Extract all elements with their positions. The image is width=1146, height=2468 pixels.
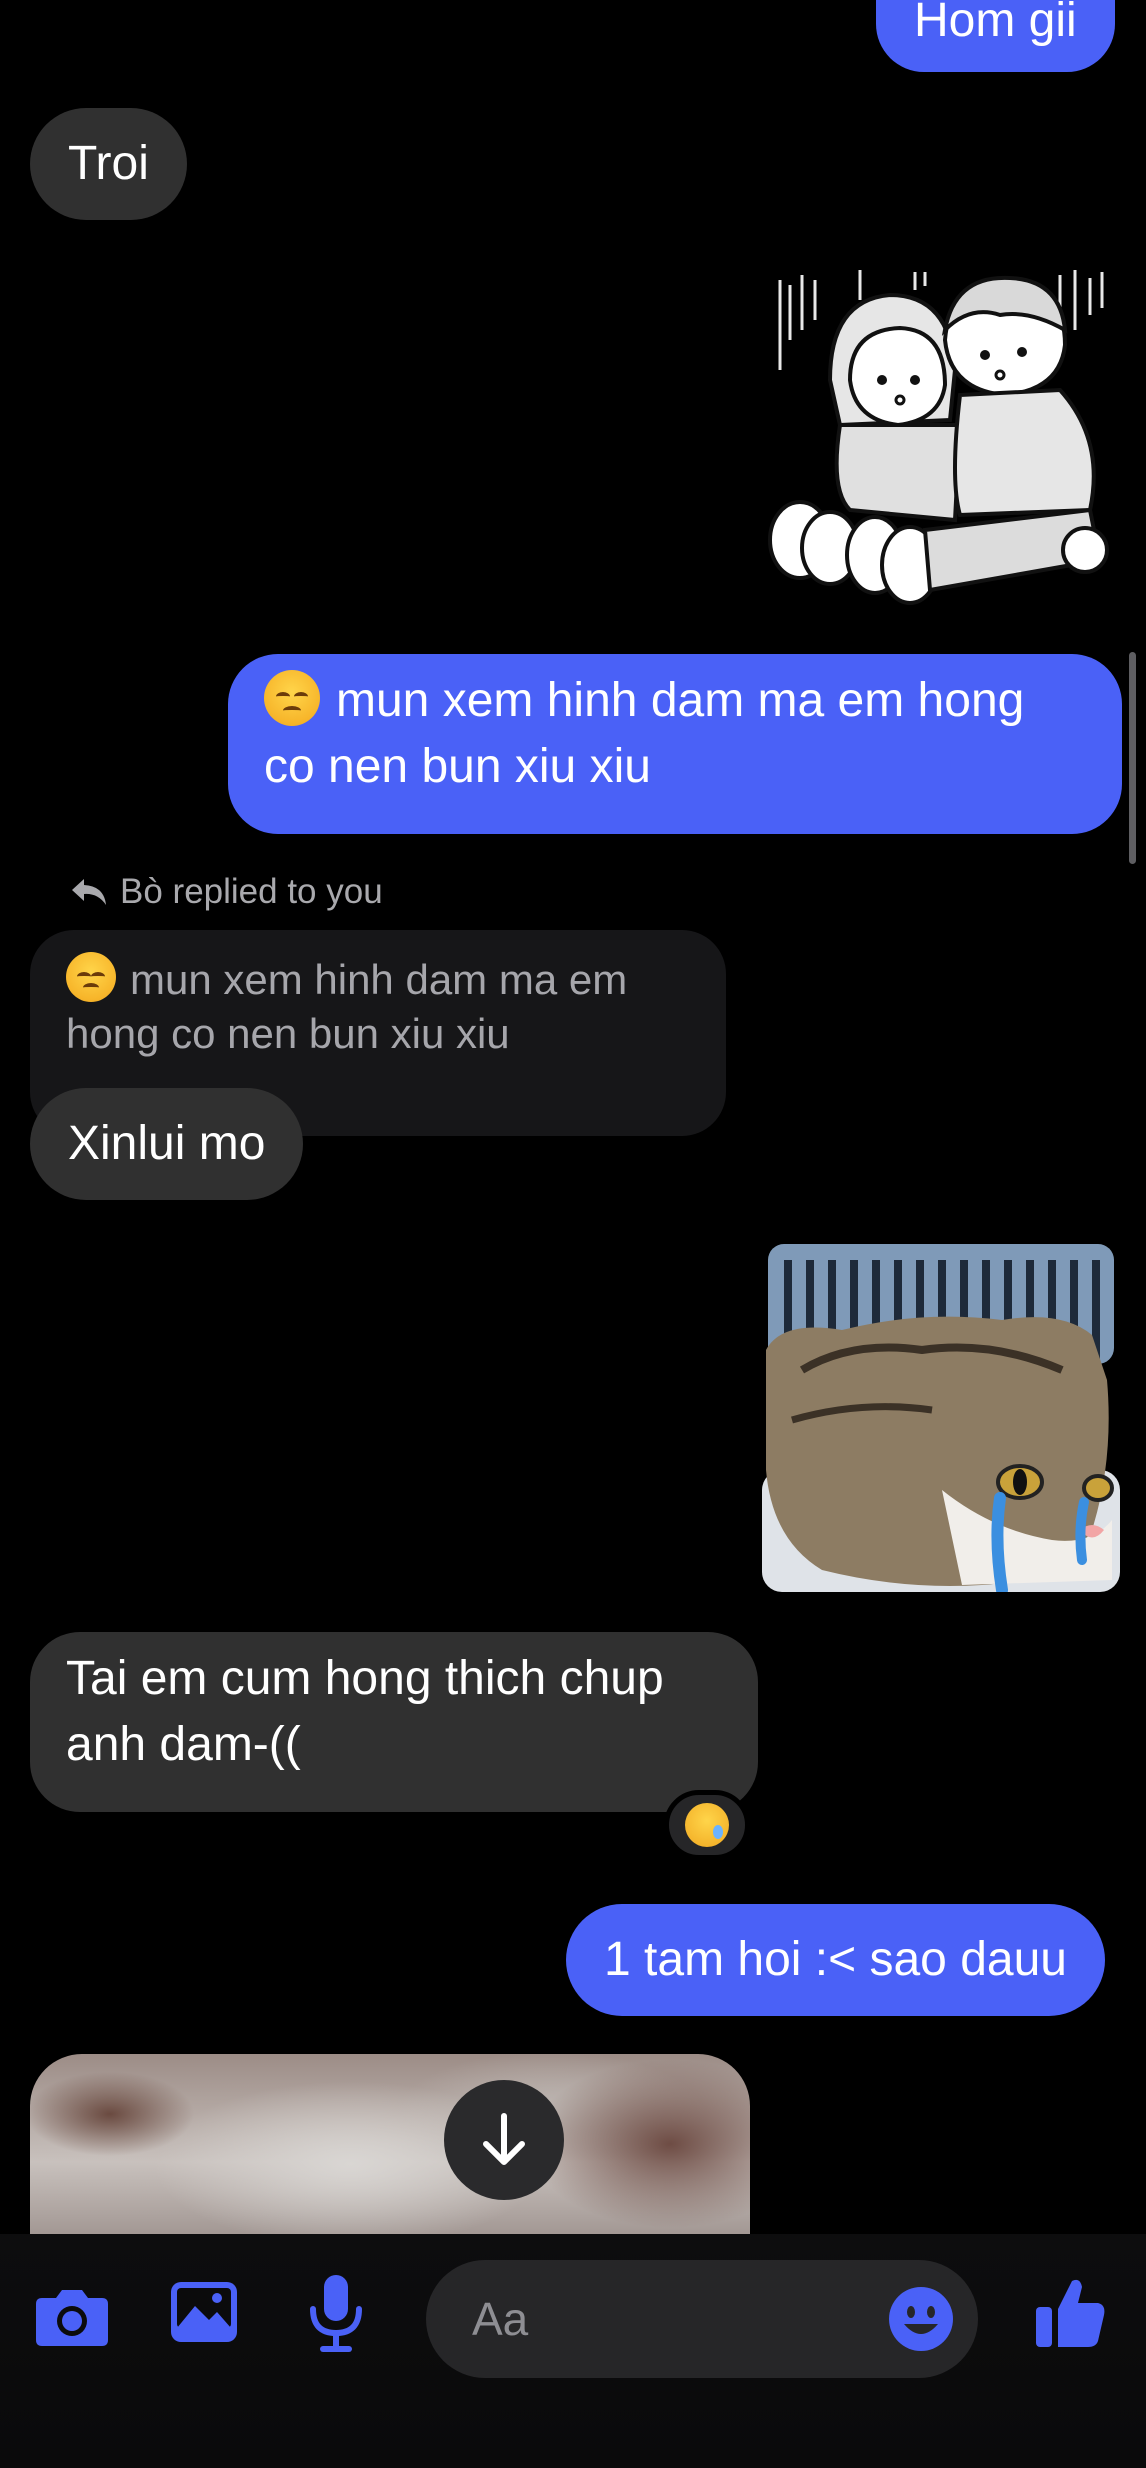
like-button[interactable]	[1026, 2268, 1116, 2358]
message-text: Hom gii	[914, 0, 1077, 47]
sticker-sad-couple[interactable]	[760, 260, 1125, 610]
message-text: Xinlui mo	[68, 1117, 266, 1170]
reply-indicator: Bò replied to you	[70, 872, 383, 912]
message-incoming-xinlui[interactable]: Xinlui mo	[30, 1088, 304, 1200]
message-text-line1: Tai em cum hong thich chup	[66, 1652, 664, 1705]
camera-icon	[36, 2290, 108, 2346]
message-composer[interactable]	[426, 2260, 978, 2378]
disappointed-face-icon	[66, 952, 116, 1002]
quoted-text-line2: hong co nen bun xiu xiu	[66, 1010, 510, 1057]
message-incoming-troi[interactable]: Troi	[30, 108, 187, 220]
composer-toolbar	[0, 2234, 1146, 2468]
camera-button[interactable]	[30, 2274, 114, 2358]
message-text: Troi	[68, 137, 149, 190]
scroll-indicator[interactable]	[1129, 652, 1136, 864]
reaction-badge[interactable]	[664, 1790, 750, 1860]
sticker-image	[762, 1244, 1120, 1596]
thumbs-up-icon	[1036, 2279, 1105, 2347]
message-outgoing-sad[interactable]: mun xem hinh dam ma em hong co nen bun x…	[228, 654, 1122, 834]
gallery-button[interactable]	[166, 2274, 242, 2350]
message-text-line1: mun xem hinh dam ma em hong	[336, 674, 1025, 727]
quoted-text-line1: mun xem hinh dam ma em	[130, 956, 628, 1003]
sticker-crying-cat[interactable]	[762, 1240, 1120, 1596]
scroll-to-bottom-button[interactable]	[444, 2080, 564, 2200]
message-outgoing-tam-hoi[interactable]: 1 tam hoi :< sao dauu	[566, 1904, 1105, 2016]
message-incoming-tai-em[interactable]: Tai em cum hong thich chup anh dam-((	[30, 1632, 758, 1812]
disappointed-face-icon	[264, 670, 320, 726]
gallery-icon	[171, 2282, 237, 2342]
emoji-icon	[889, 2287, 953, 2351]
photo-message[interactable]	[30, 2054, 750, 2234]
crying-face-icon	[685, 1803, 729, 1847]
message-input[interactable]	[472, 2288, 852, 2350]
reply-arrow-icon	[72, 879, 106, 905]
reply-label-text: Bò replied to you	[120, 872, 383, 911]
emoji-button[interactable]	[888, 2286, 954, 2352]
message-outgoing-hom-gii[interactable]: Hom gii	[876, 0, 1115, 72]
microphone-button[interactable]	[298, 2266, 374, 2362]
microphone-icon	[310, 2275, 362, 2352]
message-text: 1 tam hoi :< sao dauu	[604, 1933, 1067, 1986]
sticker-image	[768, 270, 1109, 605]
messenger-chat-screen: Hom gii Troi mun xem hinh dam ma em hong…	[0, 0, 1146, 2468]
message-text-line2: anh dam-((	[66, 1718, 301, 1771]
arrow-down-icon	[483, 2113, 525, 2165]
message-text-line2: co nen bun xiu xiu	[264, 740, 651, 793]
